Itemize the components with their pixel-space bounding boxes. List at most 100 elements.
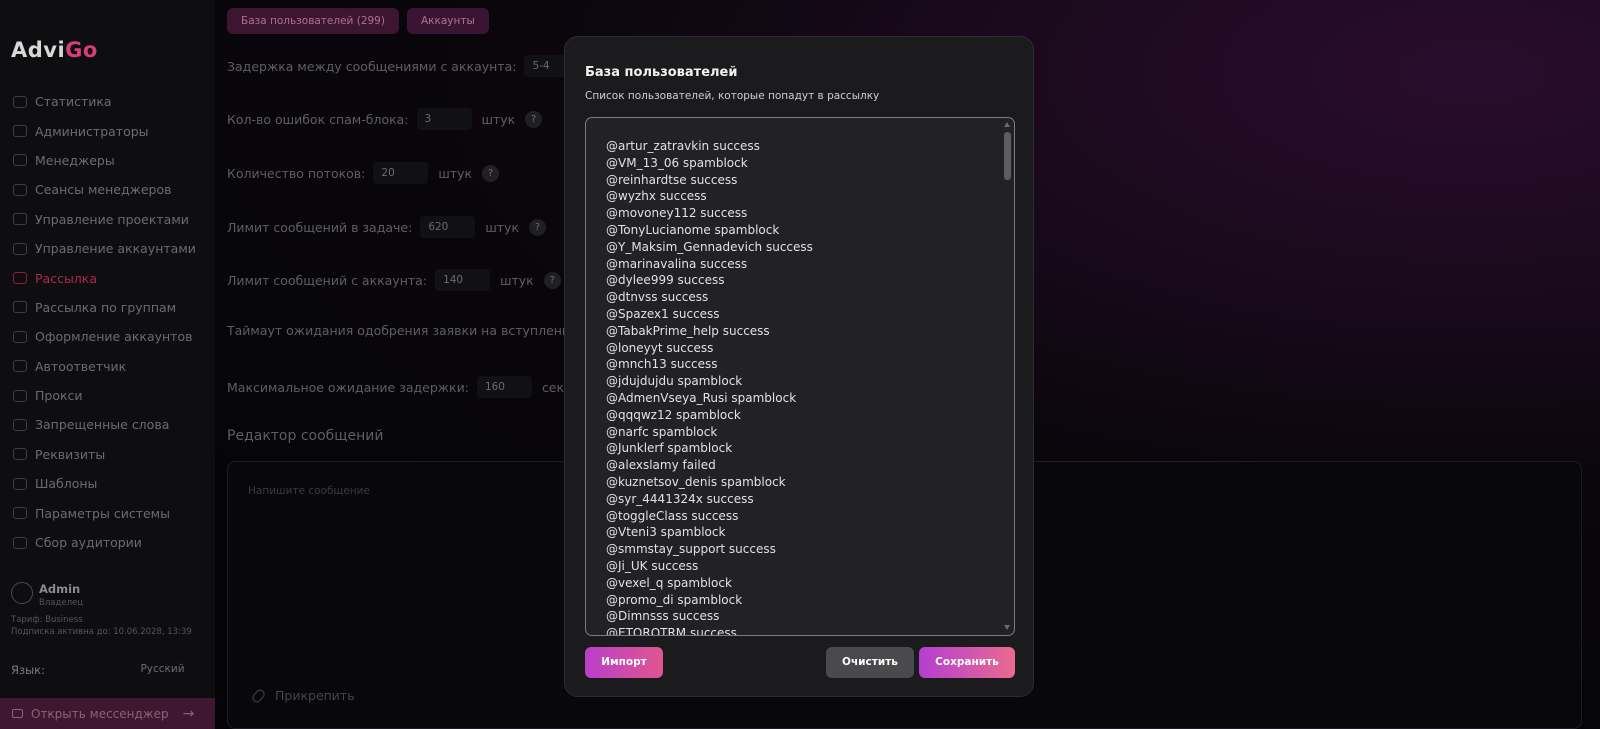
list-item: @Vteni3 spamblock [606,525,726,540]
setting-row: Задержка между сообщениями с аккаунта: 5-… [227,55,580,77]
help-icon[interactable]: ? [482,164,500,182]
sidebar-item-label: Параметры системы [35,505,170,521]
list-item: @ETOROTRM success [606,626,737,636]
list-item: @mnch13 success [606,357,718,372]
tab-user-base[interactable]: База пользователей (299) [227,8,399,34]
setting-input[interactable]: 140 [435,269,491,291]
sidebar-item-14[interactable]: Параметры системы [0,498,215,527]
list-item: @AdmenVseya_Rusi spamblock [606,390,797,405]
sidebar-item-13[interactable]: Шаблоны [0,469,215,498]
groups-icon [13,301,27,314]
sidebar-item-12[interactable]: Реквизиты [0,440,215,469]
sidebar-item-0[interactable]: Статистика [0,87,215,116]
sidebar-item-label: Управление проектами [35,211,189,227]
scroll-up-icon[interactable] [1004,122,1010,127]
setting-row: Максимальное ожидание задержки: 160 сек. [227,376,568,398]
chart-icon [13,95,27,108]
setting-input[interactable]: 20 [373,162,429,184]
user-name[interactable]: Admin [39,582,80,596]
sidebar-item-4[interactable]: Управление проектами [0,205,215,234]
setting-input[interactable]: 620 [420,216,476,238]
arrow-right-icon: → [182,705,195,722]
scroll-down-icon[interactable] [1004,625,1010,630]
setting-label: Таймаут ожидания одобрения заявки на вст… [227,323,578,338]
list-item: @VM_13_06 spamblock [606,155,748,170]
sidebar-item-label: Автоответчик [35,358,127,374]
logo: AdviGo [11,38,98,62]
import-button[interactable]: Импорт [585,647,663,678]
list-item: @toggleClass success [606,508,739,523]
design-icon [13,330,27,343]
sidebar-item-label: Управление аккаунтами [35,241,196,257]
list-item: @kuznetsov_denis spamblock [606,474,786,489]
editor-placeholder: Напишите сообщение [248,485,370,497]
list-item: @reinhardtse success [606,172,738,187]
list-item: @Ji_UK success [606,558,699,573]
modal-title: База пользователей [585,65,738,80]
sidebar-item-2[interactable]: Менеджеры [0,146,215,175]
language-select[interactable]: Русский [130,659,195,679]
language-label: Язык: [11,663,46,677]
open-messenger-button[interactable]: Открыть мессенджер → [0,698,215,729]
save-button[interactable]: Сохранить [919,647,1015,678]
list-item: @vexel_q spamblock [606,575,732,590]
sidebar-item-label: Шаблоны [35,476,98,492]
attach-button[interactable]: Прикрепить [250,687,355,704]
list-item: @wyzhx success [606,189,707,204]
sidebar-item-7[interactable]: Рассылка по группам [0,293,215,322]
user-list-textarea[interactable]: @artur_zatravkin success @VM_13_06 spambl… [585,117,1015,636]
list-item: @artur_zatravkin success [606,139,760,153]
sessions-icon [13,183,27,196]
scrollbar[interactable] [1003,120,1012,632]
clear-button[interactable]: Очистить [826,647,914,678]
setting-row: Кол-во ошибок спам-блока: 3 штук? [227,108,543,130]
list-item: @movoney112 success [606,206,748,221]
sidebar-item-6[interactable]: Рассылка [0,263,215,292]
list-item: @dylee999 success [606,273,725,288]
sidebar: AdviGo Статистика Администраторы Менеджеры… [0,0,215,729]
help-icon[interactable]: ? [525,110,543,128]
setting-input[interactable]: 160 [476,376,532,398]
app-window: AdviGo Статистика Администраторы Менеджеры… [0,0,1600,729]
proxy-icon [13,389,27,402]
list-item: @smmstay_support success [606,542,776,557]
sidebar-item-11[interactable]: Запрещенные слова [0,410,215,439]
help-icon[interactable]: ? [543,271,561,289]
sidebar-item-label: Реквизиты [35,446,106,462]
sidebar-item-15[interactable]: Сбор аудитории [0,528,215,557]
list-item: @alexslamy failed [606,458,716,473]
setting-unit: штук [500,272,534,288]
sidebar-item-5[interactable]: Управление аккаунтами [0,234,215,263]
list-item: @jdujdujdu spamblock [606,374,743,389]
list-item: @qqqwz12 spamblock [606,407,741,422]
accounts-icon [13,242,27,255]
setting-input[interactable]: 3 [416,108,472,130]
list-item: @TonyLucianome spamblock [606,222,780,237]
setting-row: Лимит сообщений в задаче: 620 штук? [227,216,546,238]
list-item: @dtnvss success [606,290,709,305]
help-icon[interactable]: ? [528,218,546,236]
sidebar-item-label: Администраторы [35,123,149,139]
autoreply-icon [13,360,27,373]
list-item: @Dimnsss success [606,609,720,624]
sidebar-item-10[interactable]: Прокси [0,381,215,410]
projects-icon [13,213,27,226]
templates-icon [13,477,27,490]
mail-icon [12,709,23,718]
tab-accounts[interactable]: Аккаунты [406,8,489,34]
sidebar-item-9[interactable]: Автоответчик [0,352,215,381]
list-item: @promo_di spamblock [606,592,743,607]
user-base-modal: База пользователей Список пользователей,… [564,36,1034,697]
forbidden-icon [13,418,27,431]
scrollbar-thumb[interactable] [1004,132,1011,180]
open-messenger-label: Открыть мессенджер [31,706,169,721]
setting-row: Лимит сообщений с аккаунта: 140 штук? [227,269,561,291]
setting-unit: штук [438,165,473,181]
list-item: @marinavalina success [606,256,748,271]
user-avatar-icon[interactable] [11,582,33,604]
sidebar-item-8[interactable]: Оформление аккаунтов [0,322,215,351]
admin-icon [13,125,27,138]
setting-label: Кол-во ошибок спам-блока: [227,111,409,127]
sidebar-item-3[interactable]: Сеансы менеджеров [0,175,215,204]
sidebar-item-1[interactable]: Администраторы [0,116,215,145]
